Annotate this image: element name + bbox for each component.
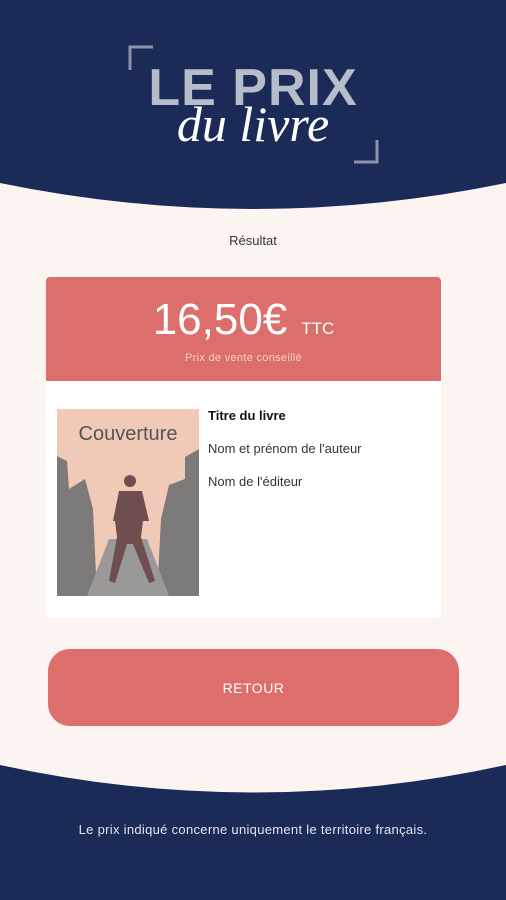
footer-disclaimer: Le prix indiqué concerne uniquement le t… [78, 822, 428, 837]
result-label: Résultat [229, 233, 277, 248]
price-note: Prix de vente conseillé [185, 352, 302, 364]
price-value: 16,50€ [152, 295, 288, 344]
header: LE PRIX du livre [0, 0, 506, 215]
price-header: 16,50€ TTC Prix de vente conseillé [46, 277, 441, 381]
book-title: Titre du livre [208, 408, 286, 423]
book-meta: Titre du livre Nom et prénom de l'auteur… [208, 408, 433, 489]
footer: Le prix indiqué concerne uniquement le t… [0, 755, 506, 900]
tax-label: TTC [301, 319, 335, 338]
logo: LE PRIX du livre [0, 0, 506, 215]
back-button[interactable]: RETOUR [48, 649, 459, 726]
book-cover: Couverture [57, 409, 199, 596]
cover-label: Couverture [78, 423, 178, 445]
result-card: 16,50€ TTC Prix de vente conseillé Couver… [46, 277, 441, 618]
book-publisher: Nom de l'éditeur [208, 474, 303, 489]
book-author: Nom et prénom de l'auteur [208, 441, 362, 456]
price-row: 16,50€ TTC [46, 295, 441, 345]
logo-subtitle: du livre [176, 96, 330, 152]
